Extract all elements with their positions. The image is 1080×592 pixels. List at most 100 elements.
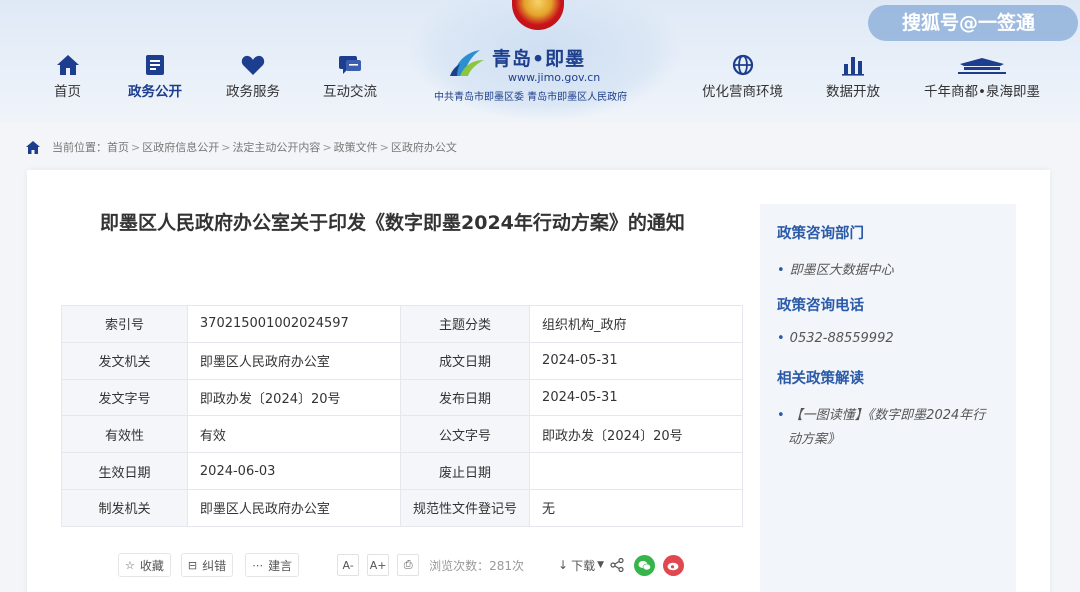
suggestion-label: 建言 — [268, 558, 293, 573]
sidebar-heading-consult-dept: 政策咨询部门 — [777, 226, 864, 242]
meta-value: 370215001002024597 — [186, 305, 402, 343]
meta-value — [529, 452, 743, 490]
globe-icon — [732, 54, 753, 76]
nav-label: 千年商都•泉海即墨 — [924, 84, 1040, 100]
meta-key: 生效日期 — [61, 452, 188, 490]
breadcrumb: 当前位置： 首页 > 区政府信息公开 > 法定主动公开内容 > 政策文件 > 区… — [26, 139, 457, 155]
logo-url: www.jimo.gov.cn — [508, 71, 601, 84]
nav-item-business-environment[interactable]: 优化营商环境 — [702, 54, 783, 104]
breadcrumb-separator: > — [221, 140, 231, 154]
home-icon — [56, 55, 79, 75]
home-icon[interactable] — [26, 140, 40, 154]
meta-value: 即政办发〔2024〕20号 — [529, 415, 743, 454]
sohu-watermark: 搜狐号@一签通 — [868, 5, 1078, 41]
meta-key: 成文日期 — [400, 341, 531, 380]
meta-key: 废止日期 — [400, 452, 531, 490]
favorite-button[interactable]: ☆ 收藏 — [118, 553, 171, 577]
correction-label: 纠错 — [202, 558, 227, 573]
meta-value: 组织机构_政府 — [529, 305, 743, 343]
table-row: 发文机关 即墨区人民政府办公室 成文日期 2024-05-31 — [61, 341, 743, 380]
meta-key: 制发机关 — [61, 488, 188, 527]
document-title: 即墨区人民政府办公室关于印发《数字即墨2024年行动方案》的通知 — [100, 212, 685, 234]
table-row: 制发机关 即墨区人民政府办公室 规范性文件登记号 无 — [61, 488, 743, 527]
share-icon[interactable] — [610, 558, 624, 572]
nav-label: 优化营商环境 — [702, 84, 783, 100]
sidebar-item-consult-dept: • 即墨区大数据中心 — [777, 259, 894, 278]
nav-item-government-services[interactable]: 政务服务 — [226, 54, 280, 104]
nav-label: 首页 — [54, 84, 81, 100]
related-link-line1: 【一图读懂】《数字即墨2024年行 — [789, 408, 986, 423]
bullet-icon: • — [777, 331, 785, 346]
consult-phone-text: 0532-88559992 — [789, 331, 894, 346]
meta-key: 发文字号 — [61, 378, 188, 417]
download-button[interactable]: ↓ 下载 ▼ — [558, 557, 604, 574]
meta-value: 即政办发〔2024〕20号 — [186, 378, 402, 417]
sidebar-heading-related-interpretation: 相关政策解读 — [777, 371, 864, 387]
suggestion-button[interactable]: ⋯ 建言 — [245, 553, 300, 577]
favorite-label: 收藏 — [139, 558, 164, 573]
meta-value: 2024-06-03 — [186, 452, 402, 490]
caret-down-icon: ▼ — [597, 560, 605, 570]
nav-item-government-affairs[interactable]: 政务公开 — [128, 54, 182, 104]
nav-item-millennium-city[interactable]: 千年商都•泉海即墨 — [924, 54, 1040, 104]
print-button[interactable]: ⎙ — [397, 554, 420, 576]
sidebar-heading-consult-phone: 政策咨询电话 — [777, 298, 864, 314]
breadcrumb-item-info-disclosure[interactable]: 区政府信息公开 — [142, 139, 219, 155]
table-row: 有效性 有效 公文字号 即政办发〔2024〕20号 — [61, 415, 743, 454]
download-label: 下载 — [571, 558, 596, 573]
consult-dept-text: 即墨区大数据中心 — [789, 263, 894, 278]
meta-key: 发文机关 — [61, 341, 188, 380]
bullet-icon: • — [777, 408, 785, 423]
document-icon — [146, 55, 164, 75]
meta-value: 有效 — [186, 415, 402, 454]
meta-value: 即墨区人民政府办公室 — [186, 488, 402, 527]
meta-value: 2024-05-31 — [529, 341, 743, 380]
meta-key: 索引号 — [61, 305, 188, 343]
sidebar-link-related-interpretation[interactable]: • 【一图读懂】《数字即墨2024年行 — [777, 404, 985, 423]
table-row: 发文字号 即政办发〔2024〕20号 发布日期 2024-05-31 — [61, 378, 743, 417]
weibo-share-icon[interactable] — [663, 554, 685, 576]
correction-button[interactable]: ⊟ 纠错 — [180, 553, 234, 577]
document-toolbar: ☆ 收藏 ⊟ 纠错 ⋯ 建言 A- A+ ⎙ 浏览次数：281次 ↓ 下载 ▼ — [118, 553, 685, 577]
table-row: 生效日期 2024-06-03 废止日期 — [61, 452, 743, 490]
breadcrumb-separator: > — [131, 140, 141, 154]
nav-label: 政务公开 — [128, 84, 182, 100]
comment-icon: ⋯ — [252, 558, 264, 572]
nav-item-open-data[interactable]: 数据开放 — [826, 54, 880, 104]
breadcrumb-item-policy-documents[interactable]: 政策文件 — [334, 139, 378, 155]
nav-item-interaction[interactable]: 互动交流 — [323, 54, 377, 104]
meta-value: 即墨区人民政府办公室 — [186, 341, 402, 380]
weibo-icon — [667, 562, 679, 570]
meta-key: 规范性文件登记号 — [400, 488, 531, 527]
nav-label: 数据开放 — [826, 84, 880, 100]
font-decrease-button[interactable]: A- — [337, 554, 360, 576]
star-icon: ☆ — [125, 558, 135, 572]
breadcrumb-item-statutory-content[interactable]: 法定主动公开内容 — [232, 139, 320, 155]
wechat-icon — [638, 560, 651, 570]
table-row: 索引号 370215001002024597 主题分类 组织机构_政府 — [61, 305, 743, 343]
nav-item-home[interactable]: 首页 — [54, 54, 81, 104]
breadcrumb-item-office-documents[interactable]: 区政府办公文 — [391, 139, 457, 155]
site-logo[interactable]: 青岛•即墨 www.jimo.gov.cn 中共青岛市即墨区委 青岛市即墨区人民… — [432, 44, 646, 104]
related-link-line2: 动方案》 — [788, 432, 841, 447]
download-icon: ↓ — [558, 558, 569, 572]
jimo-logo-icon — [450, 50, 484, 76]
breadcrumb-separator: > — [379, 140, 389, 154]
meta-key: 有效性 — [61, 415, 188, 454]
sidebar-link-related-interpretation-cont[interactable]: 动方案》 — [788, 428, 840, 447]
breadcrumb-item-home[interactable]: 首页 — [107, 139, 129, 155]
meta-value: 无 — [529, 488, 743, 527]
font-increase-button[interactable]: A+ — [367, 554, 390, 576]
bar-chart-icon — [842, 57, 864, 76]
landmark-icon — [957, 58, 1006, 74]
site-header: 首页 政务公开 政务服务 互动交流 青岛•即墨 www.jimo.gov.cn … — [0, 0, 1080, 122]
sidebar-item-consult-phone: • 0532-88559992 — [777, 331, 894, 346]
heart-icon — [241, 55, 265, 75]
wechat-share-icon[interactable] — [634, 554, 656, 576]
meta-key: 发布日期 — [400, 378, 531, 417]
correction-icon: ⊟ — [187, 558, 198, 572]
breadcrumb-prefix: 当前位置： — [52, 141, 107, 154]
logo-subtitle: 中共青岛市即墨区委 青岛市即墨区人民政府 — [434, 92, 628, 103]
chat-icon — [339, 56, 361, 74]
meta-key: 主题分类 — [400, 305, 531, 343]
